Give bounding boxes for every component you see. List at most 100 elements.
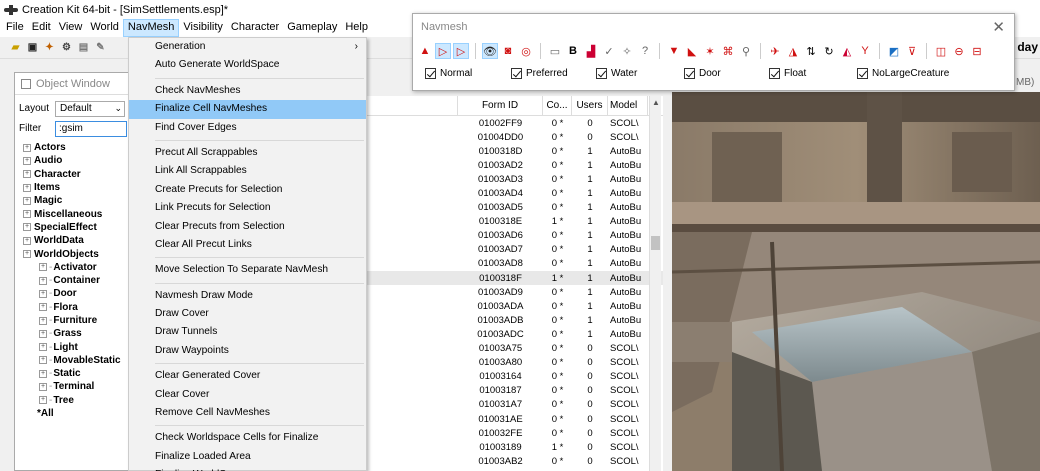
menu-item-clear-precuts-from-selection[interactable]: Clear Precuts from Selection [129,218,366,236]
save-icon[interactable]: ▣ [25,40,40,55]
expand-icon[interactable]: + [23,210,31,219]
filter-icon[interactable]: ⊽ [904,43,920,59]
menu-item-finalize-worldspace[interactable]: Finalize WorldSpace [129,466,366,471]
menu-item-draw-tunnels[interactable]: Draw Tunnels [129,323,366,341]
menu-view[interactable]: View [55,19,87,37]
expand-icon[interactable]: + [39,316,47,325]
flag-icon[interactable]: ◣ [684,43,700,59]
check-icon[interactable]: ✓ [601,43,617,59]
open-folder-icon[interactable]: ▰ [8,40,23,55]
table-row[interactable]: 01003A75 0 * 0 SCOL\ [366,342,663,356]
expand-icon[interactable]: + [39,329,47,338]
table-row[interactable]: 01003AD2 0 * 1 AutoBu [366,158,663,172]
tree-node[interactable]: + - Terminal [23,380,133,393]
tree-node[interactable]: + - Activator [23,261,133,274]
tools-icon[interactable]: ✎ [93,40,108,55]
menu-item-navmesh-draw-mode[interactable]: Navmesh Draw Mode [129,287,366,305]
expand-icon[interactable]: + [39,303,47,312]
table-row[interactable]: 010032FE 0 * 0 SCOL\ [366,426,663,440]
wand-icon[interactable]: ✧ [619,43,635,59]
table-row[interactable]: 01004DD0 0 * 0 SCOL\ [366,130,663,144]
menu-item-finalize-cell-navmeshes[interactable]: Finalize Cell NavMeshes [129,100,366,119]
menu-item-finalize-loaded-area[interactable]: Finalize Loaded Area [129,448,366,466]
tree-node[interactable]: + Audio [23,154,133,167]
cube-icon[interactable]: ◫ [933,43,949,59]
tree-node[interactable]: *All [23,407,133,420]
filter-input[interactable]: :gsim [55,120,127,137]
table-row[interactable]: 01003A80 0 * 0 SCOL\ [366,356,663,370]
tree-node[interactable]: + - Tree [23,394,133,407]
checkbox-box[interactable] [425,68,436,79]
tree-node[interactable]: + - MovableStatic [23,354,133,367]
checkbox-preferred[interactable]: Preferred [511,68,568,79]
eye-icon[interactable]: 👁 [482,43,498,59]
menu-item-precut-all-scrappables[interactable]: Precut All Scrappables [129,144,366,162]
menu-item-clear-all-precut-links[interactable]: Clear All Precut Links [129,236,366,254]
bold-b-icon[interactable]: B [565,43,581,59]
expand-icon[interactable]: + [23,156,31,165]
checkbox-box[interactable] [684,68,695,79]
expand-icon[interactable]: + [39,343,47,352]
column-header-users[interactable]: Users [572,96,608,115]
flag-star-icon[interactable]: ✶ [702,43,718,59]
menu-item-remove-cell-navmeshes[interactable]: Remove Cell NavMeshes [129,404,366,422]
menu-navmesh[interactable]: NavMesh [122,19,180,37]
checkbox-box[interactable] [596,68,607,79]
record-icon[interactable]: ◎ [518,43,534,59]
table-row[interactable]: 010031A7 0 * 0 SCOL\ [366,398,663,412]
table-row[interactable]: 01003AD6 0 * 1 AutoBu [366,229,663,243]
tree-node[interactable]: + WorldObjects [23,247,133,260]
scrollbar-thumb[interactable] [651,236,660,250]
camera-icon[interactable]: ◙ [500,43,516,59]
data-icon[interactable]: ▤ [76,40,91,55]
menu-item-link-all-scrappables[interactable]: Link All Scrappables [129,162,366,180]
tree-node[interactable]: + - Light [23,340,133,353]
table-row[interactable]: 01003ADC 0 * 1 AutoBu [366,327,663,341]
help-icon[interactable]: ? [637,43,653,59]
menu-item-find-cover-edges[interactable]: Find Cover Edges [129,119,366,137]
expand-icon[interactable]: + [39,382,47,391]
tree-node[interactable]: + - Grass [23,327,133,340]
expand-icon[interactable]: + [23,183,31,192]
checkbox-float[interactable]: Float [769,68,806,79]
swap-icon[interactable]: ⇅ [803,43,819,59]
table-scrollbar[interactable]: ▲ [649,96,661,471]
table-row[interactable]: 01002FF9 0 * 0 SCOL\ [366,116,663,130]
table-row[interactable]: 01003187 0 * 0 SCOL\ [366,384,663,398]
select-vertex-icon[interactable]: ▷ [453,43,469,59]
table-row[interactable]: 0100318D 0 * 1 AutoBu [366,144,663,158]
fork-icon[interactable]: Y [857,43,873,59]
table-row[interactable]: 01003AB2 0 * 0 SCOL\ [366,454,663,468]
expand-icon[interactable]: + [39,289,47,298]
menu-item-check-navmeshes[interactable]: Check NavMeshes [129,82,366,100]
tree-node[interactable]: + - Container [23,274,133,287]
minus-circle-icon[interactable]: ⊖ [951,43,967,59]
menu-item-draw-waypoints[interactable]: Draw Waypoints [129,342,366,360]
table-row[interactable]: 010031AE 0 * 0 SCOL\ [366,412,663,426]
table-row[interactable]: 01003189 1 * 0 SCOL\ [366,440,663,454]
menu-edit[interactable]: Edit [28,19,55,37]
expand-icon[interactable]: + [23,236,31,245]
select-edge-icon[interactable]: ▷ [435,43,451,59]
table-row[interactable]: 01003ADA 0 * 1 AutoBu [366,299,663,313]
menu-visibility[interactable]: Visibility [179,19,227,37]
jump-icon[interactable]: ✈ [767,43,783,59]
expand-icon[interactable]: + [39,396,47,405]
toggle-icon[interactable]: ▭ [547,43,563,59]
tree-node[interactable]: + WorldData [23,234,133,247]
table-row[interactable]: 01003AD3 0 * 1 AutoBu [366,172,663,186]
menu-world[interactable]: World [86,19,123,37]
ledge-icon[interactable]: ◮ [785,43,801,59]
menu-file[interactable]: File [2,19,28,37]
expand-icon[interactable]: + [39,263,47,272]
table-row[interactable]: 01003ADB 0 * 1 AutoBu [366,313,663,327]
expand-icon[interactable]: + [23,223,31,232]
tree-node[interactable]: + SpecialEffect [23,221,133,234]
expand-icon[interactable]: + [39,369,47,378]
pin-icon[interactable]: ⚲ [738,43,754,59]
tree-node[interactable]: + Items [23,181,133,194]
column-header-model[interactable]: Model [608,96,648,115]
menu-item-clear-cover[interactable]: Clear Cover [129,386,366,404]
table-row[interactable]: 01003AD5 0 * 1 AutoBu [366,201,663,215]
expand-icon[interactable]: + [39,276,47,285]
